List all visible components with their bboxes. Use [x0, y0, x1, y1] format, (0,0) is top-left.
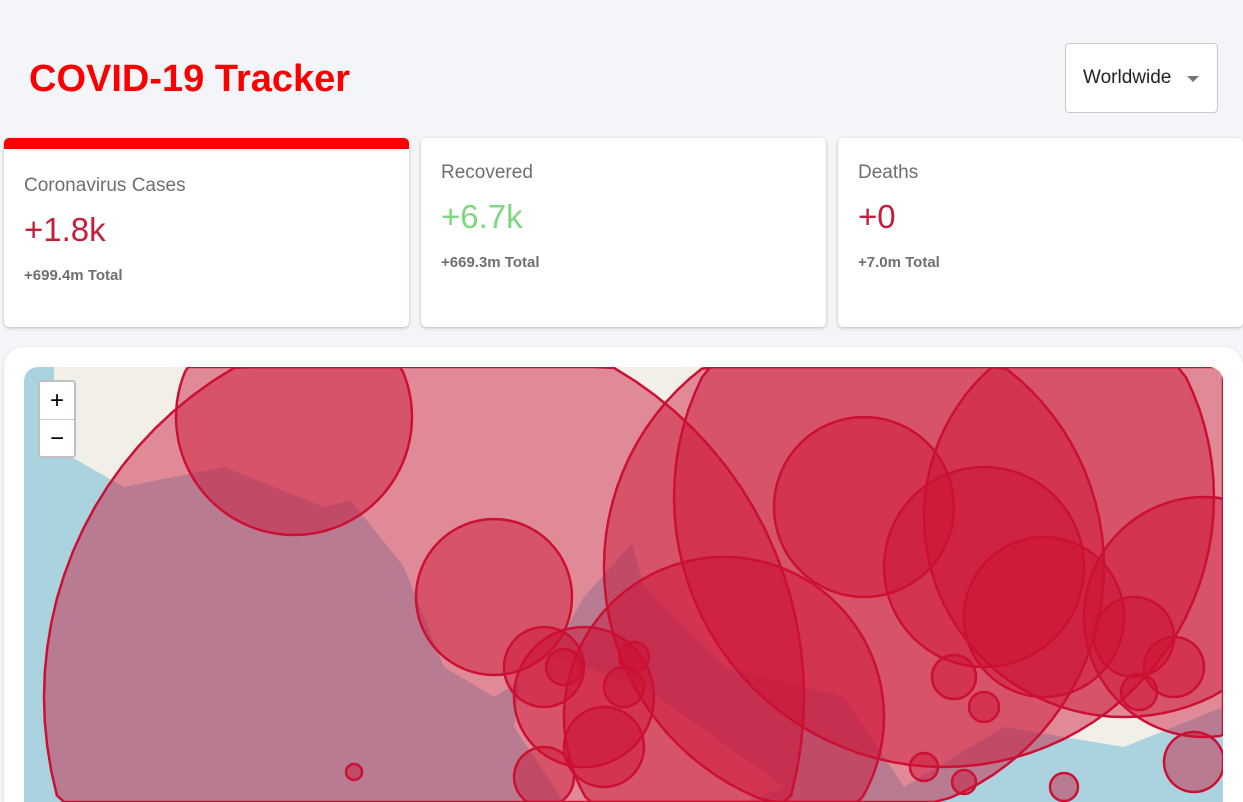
case-circle[interactable] [344, 762, 364, 782]
world-map[interactable] [24, 367, 1223, 802]
zoom-out-button[interactable]: − [40, 419, 74, 456]
case-circle[interactable] [562, 705, 646, 789]
country-select-value: Worldwide [1083, 67, 1172, 88]
zoom-control: + − [38, 380, 76, 458]
zoom-in-button[interactable]: + [40, 382, 74, 419]
card-today: +6.7k [441, 198, 523, 235]
case-circle[interactable] [930, 653, 978, 701]
card-deaths[interactable]: Deaths +0 +7.0m Total [838, 138, 1243, 327]
case-circle[interactable] [1142, 635, 1206, 699]
card-cases[interactable]: Coronavirus Cases +1.8k +699.4m Total [4, 138, 409, 327]
page-title: COVID-19 Tracker [29, 58, 351, 100]
case-circle[interactable] [950, 768, 978, 796]
card-label: Recovered [441, 162, 533, 183]
case-circle[interactable] [1048, 771, 1080, 802]
case-circle[interactable] [967, 690, 1001, 724]
card-total: +669.3m Total [441, 254, 540, 271]
card-total: +7.0m Total [858, 254, 940, 271]
country-select[interactable]: Worldwide [1065, 43, 1218, 113]
case-circles [42, 367, 1223, 802]
chevron-down-icon [1187, 76, 1199, 82]
map-layer[interactable] [24, 367, 1223, 802]
card-label: Coronavirus Cases [24, 175, 186, 196]
card-today: +1.8k [24, 211, 106, 248]
case-circle[interactable] [602, 665, 646, 709]
case-circle[interactable] [512, 745, 576, 802]
case-circle[interactable] [544, 647, 584, 687]
case-circle[interactable] [1162, 730, 1223, 794]
card-label: Deaths [858, 162, 919, 183]
case-circle[interactable] [908, 751, 940, 783]
card-total: +699.4m Total [24, 267, 123, 284]
card-today: +0 [858, 198, 896, 235]
card-recovered[interactable]: Recovered +6.7k +669.3m Total [421, 138, 826, 327]
case-circle[interactable] [617, 640, 651, 674]
